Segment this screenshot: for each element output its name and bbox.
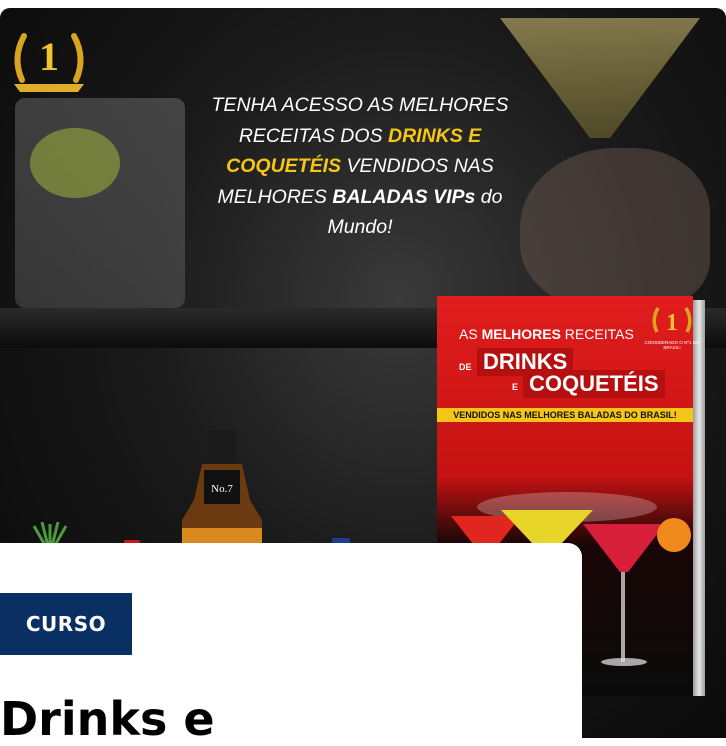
award-number: 1 [39,34,59,79]
course-title[interactable]: Drinks e [0,693,215,745]
ebook-award-number: 1 [666,310,678,336]
course-badge: CURSO [0,593,132,655]
ebook-line1-prefix: AS [459,326,482,342]
ebook-coqueteis: COQUETÉIS [523,370,665,398]
orange-slice-image [657,518,691,552]
ebook-e: E [512,382,519,392]
ebook-line1-bold: MELHORES [481,326,561,342]
ebook-award-text: CONSIDERADO O Nº1 DO BRASIL! [644,340,700,350]
lime-slice-image [30,128,120,198]
course-card[interactable]: CURSO Drinks e [0,543,582,745]
ebook-de: DE [459,362,472,372]
ebook-line1-suffix: RECEITAS [560,326,634,342]
martini-glass-image [500,18,700,138]
ebook-spine [693,300,705,696]
glass-stem [621,572,625,662]
glass-foot [601,658,647,666]
laurel-award-icon: 1 [14,33,84,92]
ebook-line1: AS MELHORES RECEITAS [459,326,634,342]
hand-image [520,148,710,308]
ebook-band: VENDIDOS NAS MELHORES BALADAS DO BRASIL! [437,408,693,422]
bottle-label: No.7 [211,483,233,495]
hero-headline: TENHA ACESSO AS MELHORES RECEITAS DOS DR… [210,90,510,243]
headline-highlight-2: BALADAS VIPs [332,185,476,208]
whiskey-glass-image [15,98,185,308]
ebook-award-icon: 1 [652,307,692,336]
